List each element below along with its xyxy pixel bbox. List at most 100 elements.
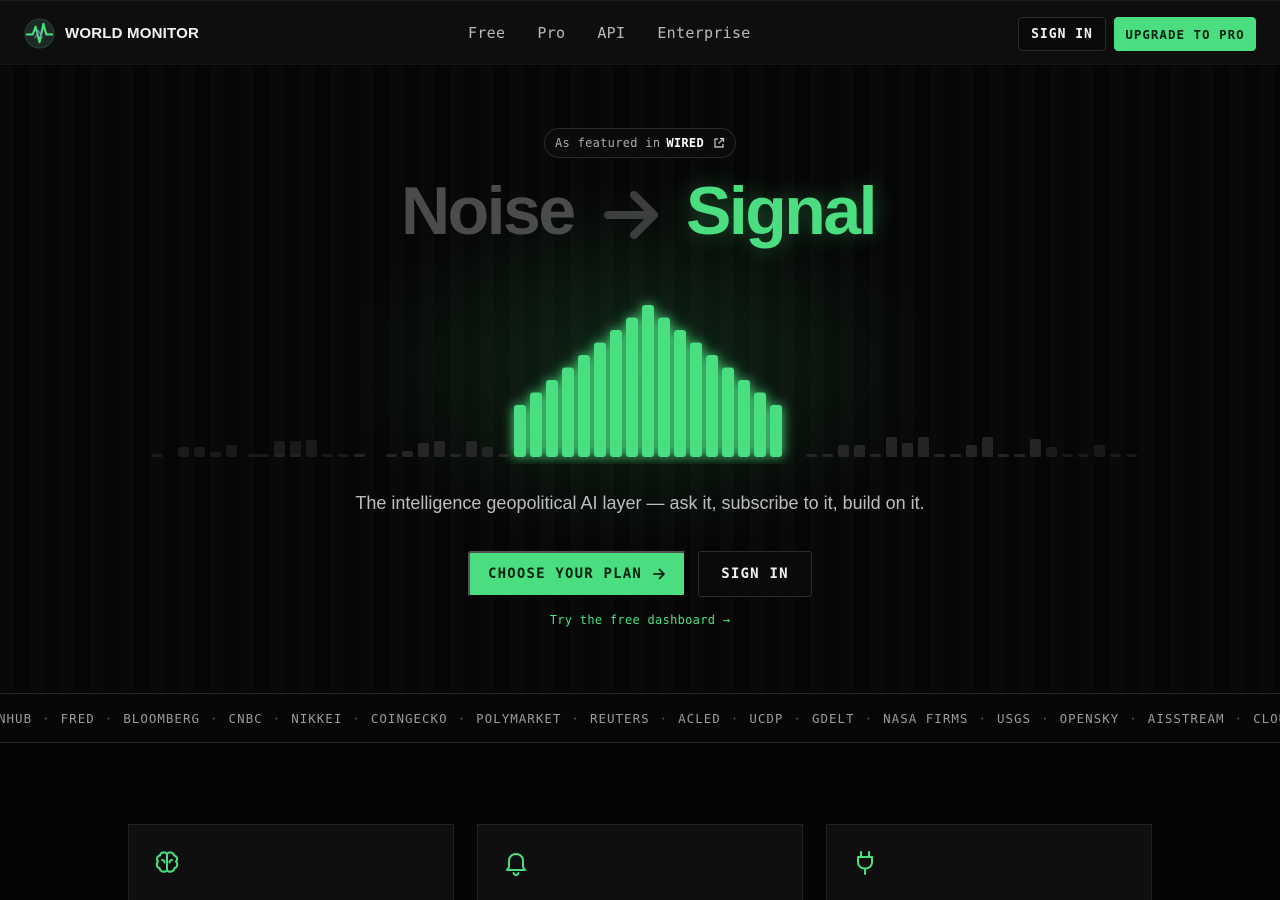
ticker-separator: ·: [978, 711, 987, 726]
signal-bar: [690, 342, 702, 457]
upgrade-to-pro-button[interactable]: UPGRADE TO PRO: [1114, 17, 1256, 51]
features-section: [0, 744, 1280, 900]
noise-bar: [1094, 445, 1105, 457]
noise-bar: [466, 441, 477, 457]
featured-brand: WIRED: [666, 136, 704, 150]
ticker-separator: ·: [1041, 711, 1050, 726]
nav-link-free[interactable]: Free: [468, 24, 505, 42]
feature-card-alerts[interactable]: [477, 824, 803, 900]
noise-bar: [434, 441, 445, 457]
headline-signal: Signal: [686, 173, 878, 249]
ticker-item: REUTERS: [589, 711, 650, 726]
ticker-separator: ·: [104, 711, 114, 726]
noise-bar: [178, 447, 189, 457]
noise-bar: [322, 454, 333, 457]
ticker-separator: ·: [352, 711, 361, 726]
nav-link-api[interactable]: API: [597, 24, 625, 42]
brand[interactable]: WORLD MONITOR: [24, 18, 199, 49]
nav-link-pro[interactable]: Pro: [537, 24, 565, 42]
signal-bar: [722, 367, 734, 457]
signal-bar: [578, 355, 590, 457]
noise-bar: [934, 454, 945, 457]
headline-noise: Noise: [401, 173, 576, 249]
noise-bar: [498, 454, 509, 457]
feature-card-api[interactable]: [826, 824, 1152, 900]
signal-bar: [770, 405, 782, 457]
bell-icon: [506, 853, 526, 876]
featured-in-wired-badge[interactable]: As featured in WIRED: [544, 128, 736, 158]
ticker-item: FRED: [60, 711, 95, 726]
noise-bar: [274, 441, 285, 457]
ticker-item: NHUB: [0, 711, 33, 726]
external-link-icon: [714, 137, 725, 148]
signal-wave-graphic: [152, 305, 1137, 457]
noise-bar: [806, 454, 817, 457]
signal-bar: [738, 380, 750, 457]
signal-bar: [546, 380, 558, 457]
noise-bar: [982, 437, 993, 457]
noise-bar: [1046, 447, 1057, 457]
noise-bar: [838, 445, 849, 457]
choose-your-plan-label: CHOOSE YOUR PLAN: [487, 566, 643, 582]
ticker-item: BLOOMBERG: [123, 711, 201, 726]
ticker-separator: ·: [272, 711, 282, 726]
noise-bar: [886, 437, 897, 457]
noise-bar: [450, 454, 461, 457]
nav-link-enterprise[interactable]: Enterprise: [657, 24, 750, 42]
nav-links: Free Pro API Enterprise: [468, 24, 751, 42]
signal-bar: [642, 305, 654, 457]
noise-bar: [1062, 454, 1073, 457]
noise-bar: [950, 454, 961, 457]
plug-icon: [857, 851, 873, 875]
noise-bar: [152, 454, 163, 457]
hero-sign-in-button[interactable]: SIGN IN: [698, 551, 812, 597]
signal-bar: [530, 392, 542, 457]
signal-bar: [514, 405, 526, 457]
hero-section: As featured in WIRED Noise Signal The in…: [0, 66, 1280, 693]
ticker-separator: ·: [210, 711, 219, 726]
feature-card-ai[interactable]: [128, 824, 454, 900]
noise-bar: [1078, 454, 1089, 457]
ticker-item: NIKKEI: [291, 711, 343, 726]
ticker-item: CNBC: [228, 711, 263, 726]
ticker-separator: ·: [659, 711, 669, 726]
arrow-right-icon: [653, 568, 665, 580]
top-nav: WORLD MONITOR Free Pro API Enterprise SI…: [0, 0, 1280, 65]
noise-bar: [998, 454, 1009, 457]
noise-bar: [1030, 439, 1041, 457]
world-monitor-logo-icon: [24, 18, 55, 49]
ticker-item: UCDP: [749, 711, 784, 726]
noise-bar: [870, 454, 881, 457]
nav-sign-in-button[interactable]: SIGN IN: [1018, 17, 1106, 51]
arrow-right-icon: [604, 191, 658, 239]
noise-bar: [822, 454, 833, 457]
ticker-separator: ·: [730, 711, 740, 726]
data-sources-ticker: NHUB · FRED · BLOOMBERG · CNBC · NIKKEI · COINGECK…: [0, 693, 1280, 743]
ticker-item: AISSTREAM: [1147, 711, 1225, 726]
ticker-item: NASA FIRMS: [883, 711, 969, 726]
noise-bar: [918, 437, 929, 457]
ticker-separator: ·: [793, 711, 802, 726]
signal-bar: [626, 317, 638, 457]
noise-bar: [418, 443, 429, 457]
signal-bar: [594, 342, 606, 457]
noise-bar: [402, 451, 413, 457]
ticker-item: CLOUDFLARE: [1253, 711, 1280, 726]
noise-bar: [306, 440, 317, 457]
signal-bars: [514, 305, 782, 457]
noise-bar: [966, 445, 977, 457]
hero-tagline: The intelligence geopolitical AI layer —…: [355, 493, 925, 513]
noise-bar: [1014, 454, 1025, 457]
noise-bar: [210, 452, 221, 457]
brain-icon: [155, 851, 179, 873]
ticker-separator: ·: [457, 711, 467, 726]
noise-bar: [338, 454, 349, 457]
try-free-dashboard-link[interactable]: Try the free dashboard →: [0, 613, 1280, 627]
ticker-separator: ·: [864, 711, 874, 726]
ticker-item: ACLED: [678, 711, 721, 726]
noise-bar: [386, 454, 397, 457]
ticker-separator: ·: [1234, 711, 1244, 726]
signal-bar: [754, 392, 766, 457]
ticker-item: GDELT: [811, 711, 855, 726]
choose-your-plan-button[interactable]: CHOOSE YOUR PLAN: [468, 551, 686, 597]
